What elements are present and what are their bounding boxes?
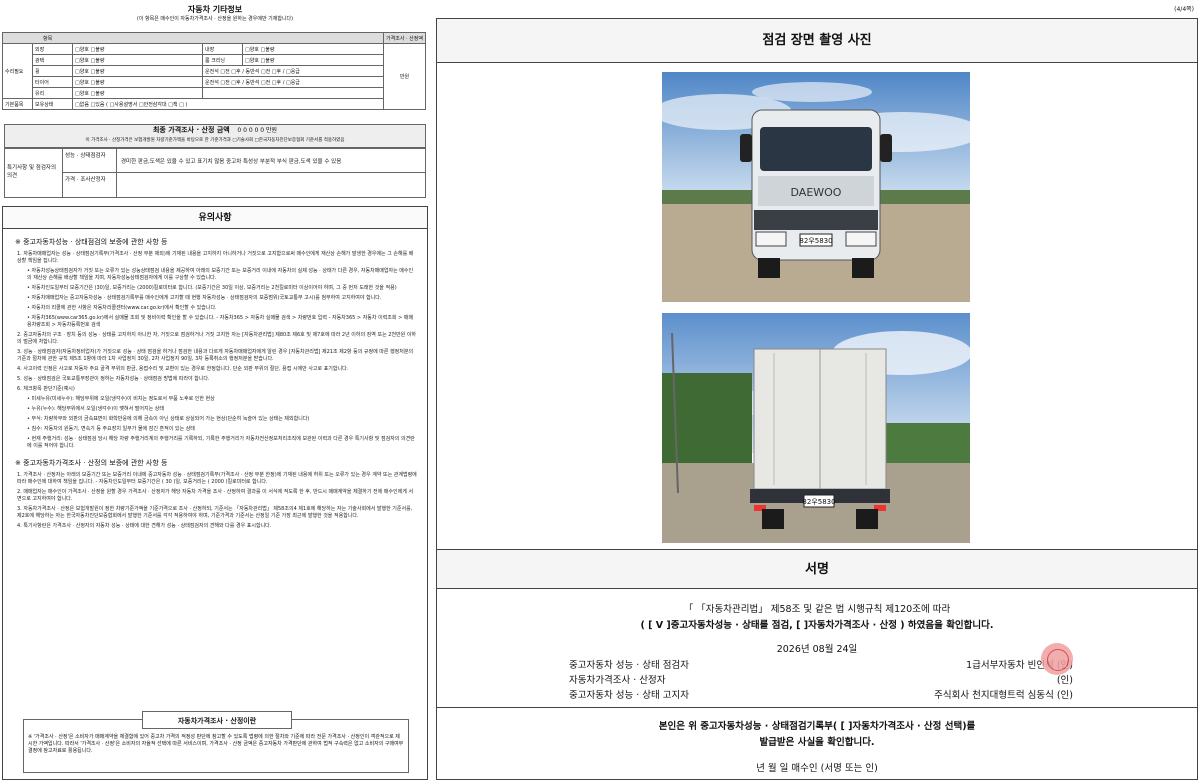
plate-front: 82우5830 [799,237,832,245]
row-label: 유리 [32,87,73,99]
row-value[interactable]: □양호 □불량 [72,76,203,88]
other-info-subtitle: (이 항목은 매수인이 자동차가격조사 · 산정을 원하는 경우에만 기재합니다… [136,16,294,22]
notifier-value: 주식회사 천지대형트럭 심동식 (인) [934,690,1073,701]
notes-line: 3. 성능 · 상태점검자(자동차정비업자)가 거짓으로 성능 · 상태 점검을… [17,349,414,362]
notes-line: • 미세누유(미세누수): 해당부위에 오일(냉각수)이 비치는 정도로서 부품… [27,396,215,402]
row-value[interactable]: □양호 □불량 [241,43,385,55]
notes-line: 1. 자동차매매업자는 성능 · 상태점검기록부(가격조사 · 산정 부분 제외… [17,251,414,264]
notes-section-1: ※ 중고자동차성능 · 상태점검의 보증에 관한 사항 등 [15,238,168,246]
notes-line: 2. 중고자동차의 구조 · 장치 등의 성능 · 상태를 고지하지 아니한 자… [17,332,417,345]
row-label: 보유상태 [32,98,73,110]
price-info-box: 자동차가격조사 · 산정이란 ※ '가격조사 · 산정'은 소비자가 매매계약을… [23,711,409,773]
won-unit: 만원 [383,43,426,110]
notes-line: • 자동차성능상태점검자가 거짓 또는 오류가 있는 성능상태점검 내용을 제공… [27,268,414,281]
other-info-title: 자동차 기타정보 [187,5,243,14]
special-label: 특기사항 및 점검자의 의견 [5,149,63,197]
row-value[interactable]: □양호 □불량 [72,87,203,99]
row-value[interactable]: □양호 □불량 [72,54,203,66]
row-label: 외장 [32,43,73,55]
notes-line: • 현재 주행거리: 성능 · 상태점검 당시 해당 차량 주행거리계의 주행거… [27,436,415,449]
confirm-line-2: 발급받은 사실을 확인합니다. [759,737,875,748]
notes-line: 1. 가격조사 · 산정자는 아래의 보증기간 또는 보증거리 이내에 중고자동… [17,472,417,485]
row-label: 휠 [32,65,73,77]
truck-rear-photo: 82우5830 [662,313,970,543]
truck-front-photo: DAEWOO 82우5830 [662,72,970,302]
price-info-text: ※ '가격조사 · 산정'은 소비자가 매매계약을 체결함에 있어 중고차 가격… [28,734,404,754]
group-repair: 수리필요 [2,43,33,99]
sign-date: 2026년 08월 24일 [776,644,858,655]
price-key: 가격 · 조사산정자 [63,173,117,197]
col-item: 항목 [2,32,385,44]
total-note: 이 가격조사 · 산정가격은 보험개발원 차량기준가액을 바탕으로 한 기준가격… [85,138,345,143]
row-label: 룸 크리닝 [202,54,243,66]
notes-line: 4. 특기사항란은 가격조사 · 산정자의 자동차 성능 · 상태에 대한 견해… [17,523,272,529]
price-info-title: 자동차가격조사 · 산정이란 [142,711,292,729]
row-value[interactable]: 운전석 □전 □후 / 동반석 □전 □후 / □응급 [201,65,385,77]
notes-line: • 자동차매매업자는 중고자동차성능 · 상태점검기록부를 매수인에게 고지할 … [27,295,382,301]
cond-key: 성능 · 상태점검자 [63,149,117,172]
law-line-2: ( [ V ]중고자동차성능 · 상태를 점검, [ ]자동차가격조사 · 산정… [640,620,994,631]
total-box: 최종 가격조사 · 산정 금액 0 0 0 0 0 만원 이 가격조사 · 산정… [4,124,426,148]
notes-body-1: 1. 자동차매매업자는 성능 · 상태점검기록부(가격조사 · 산정 부분 제외… [3,251,427,450]
notes-line: • 자동차의 리콜에 관한 사항은 자동차리콜센터(www.car.go.kr)… [27,305,217,311]
confirm-line-1: 본인은 위 중고자동차성능 · 상태점검기록부( [ ]자동차가격조사 · 산정… [658,721,976,732]
row-label: 광택 [32,54,73,66]
notes-line: • 자동차인도일부터 보증기간은 (30)일, 보증거리는 (2000)킬로미터… [27,285,397,291]
notes-line: • 부식: 차량하부와 외판의 금속표면이 화학반응에 의해 금속이 아닌 상태… [27,416,310,422]
notes-line: 5. 성능 · 상태점검은 국토교통부장관이 정하는 자동차성능 · 상태점검 … [17,376,210,382]
notes-line: • 누유(누수): 해당부위에서 오일(냉각수)이 맺혀서 떨어지는 상태 [27,406,164,412]
total-value: 0 0 0 0 0 만원 [237,127,278,134]
row-value[interactable]: □양호 □불량 [241,54,385,66]
photo-signature-panel: 점검 장면 촬영 사진 DAEWOO 82우5830 82우5830 서명 「 … [436,18,1198,780]
notes-body-2: 1. 가격조사 · 산정자는 아래의 보증기간 또는 보증거리 이내에 중고자동… [3,472,427,530]
plate-rear: 82우5830 [802,498,835,506]
col-price: 가격조사 · 산정액 [383,32,426,44]
row-value[interactable]: □양호 □불량 [72,65,203,77]
law-line-1: 「 「자동차관리법」 제58조 및 같은 법 시행규칙 제120조에 따라 [683,604,951,615]
row-value[interactable]: □없음 □있음 ( □사용설명서 □안전삼각대 □잭 □ ) [71,98,385,110]
other-info-panel: 자동차 기타정보 (이 항목은 매수인이 자동차가격조사 · 산정을 원하는 경… [2,2,428,198]
signature-title: 서명 [437,549,1197,589]
notes-line: • 자동차365(www.car365.go.kr)에서 실매물 조회 및 정비… [27,315,414,328]
notes-title: 유의사항 [3,207,427,229]
notes-line: 3. 자동차가격조사 · 산정은 보험개발원이 정한 차량기준가액을 기준가격으… [17,506,413,519]
notes-line: 6. 체크항목 판단기준(예시) [17,386,75,392]
row-label: 내장 [202,43,243,55]
page-number-2: (4/4쪽) [1174,6,1194,13]
cond-value: 경미한 판금,도색은 있을 수 있고 표기치 않음 중고차 특성상 부분적 부식… [121,159,342,165]
notes-section-2: ※ 중고자동차가격조사 · 산정의 보증에 관한 사항 등 [15,459,168,467]
row-label: 타이어 [32,76,73,88]
buyer-sign-line: 년 월 일 매수인 (서명 또는 인) [756,763,878,774]
notifier-label: 중고자동차 성능 · 상태 고지자 [569,690,689,701]
group-basic: 기본품목 [2,98,33,110]
notes-line: • 침수: 자동차의 원동기, 변속기 등 주요장치 일부가 물에 잠긴 흔적이… [27,426,195,432]
repair-table: 항목 가격조사 · 산정액 수리필요 외장 □양호 □불량 내장 □양호 □불량 … [2,32,426,110]
special-notes: 특기사항 및 점검자의 의견 성능 · 상태점검자 경미한 판금,도색은 있을 수… [4,148,426,198]
inspector-label: 중고자동차 성능 · 상태 점검자 [569,660,689,671]
row-value[interactable]: 운전석 □전 □후 / 동반석 □전 □후 / □응급 [201,76,385,88]
photo-title: 점검 장면 촬영 사진 [437,19,1197,63]
total-label: 최종 가격조사 · 산정 금액 [152,126,230,134]
buyer-confirm: 본인은 위 중고자동차성능 · 상태점검기록부( [ ]자동차가격조사 · 산정… [437,707,1197,779]
row-value[interactable]: □양호 □불량 [72,43,203,55]
notes-line: 4. 사고이력 인정은 사고로 자동차 주요 골격 부위의 판금, 용접수리 및… [17,366,349,372]
brand-text: DAEWOO [791,186,842,199]
notes-panel: 유의사항 ※ 중고자동차성능 · 상태점검의 보증에 관한 사항 등 1. 자동… [2,206,428,780]
notes-line: 2. 매매업자는 매수인이 가격조사 · 산정을 원할 경우 가격조사 · 산정… [17,489,414,502]
seal-stamp-icon [1041,643,1073,675]
appraiser-label: 자동차가격조사 · 산정자 [569,675,666,686]
